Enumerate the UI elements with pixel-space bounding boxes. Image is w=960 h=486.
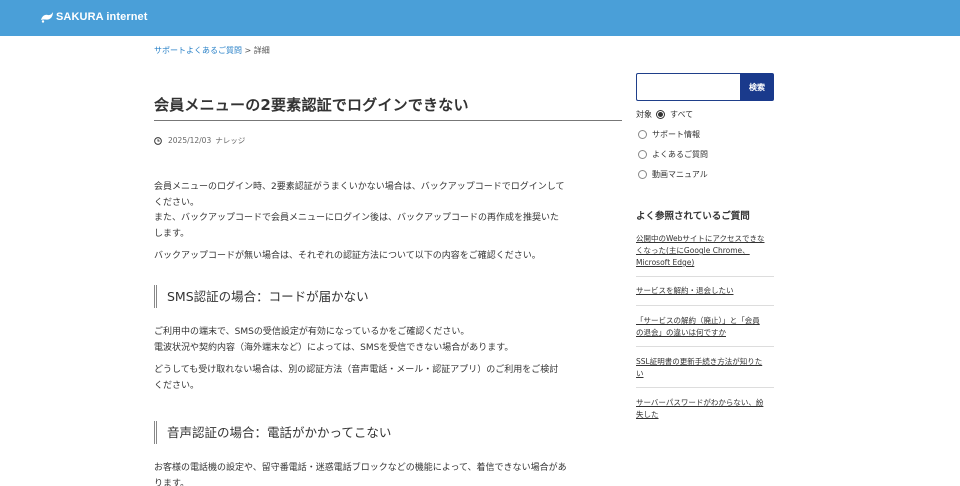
radio-button[interactable] <box>638 149 647 159</box>
intro-paragraph-2: バックアップコードが無い場合は、それぞれの認証方法について以下の内容をご確認くだ… <box>154 251 541 261</box>
filter-option-support[interactable]: サポート情報 <box>636 124 774 144</box>
intro-paragraph: 会員メニューのログイン時、2要素認証がうまくいかない場合は、バックアップコードで… <box>154 180 624 242</box>
section-heading-voice: 音声認証の場合：電話がかかってこない <box>154 421 391 444</box>
breadcrumb-separator: > <box>242 46 254 55</box>
filter-option-faq[interactable]: よくあるご質問 <box>636 144 774 164</box>
popular-question-link[interactable]: サービスを解約・退会したい <box>636 277 774 306</box>
text-line: 会員メニューのログイン時、2要素認証がうまくいかない場合は、バックアップコードで… <box>154 182 565 192</box>
text-line: ください。 <box>154 197 200 208</box>
radio-button[interactable] <box>638 129 647 139</box>
search-form: 検索 <box>636 73 774 101</box>
popular-question-link[interactable]: SSL証明書の更新手続き方法が知りた い <box>636 347 774 388</box>
filter-option-all[interactable]: 対象 すべて <box>636 104 774 124</box>
text-line: ります。 <box>154 478 190 486</box>
filter-option-label: サポート情報 <box>652 129 700 139</box>
site-header: SAKURA internet <box>0 0 960 36</box>
logo-text: SAKURA internet <box>56 11 148 23</box>
breadcrumb-link-faq[interactable]: サポートよくあるご質問 <box>154 46 242 55</box>
text-line: ください。 <box>154 380 200 391</box>
sakura-logo[interactable]: SAKURA internet <box>40 11 148 23</box>
popular-question-link[interactable]: 公開中のWebサイトにアクセスできな くなった(主にGoogle Chrome、… <box>636 228 774 277</box>
text-line: 電波状況や契約内容（海外端末など）によっては、SMSを受信できない場合があります… <box>154 342 514 353</box>
link-line: くなった(主にGoogle Chrome、 <box>636 246 750 255</box>
search-input[interactable] <box>636 73 740 101</box>
sidebar: 検索 対象 すべて サポート情報 よくあるご質問 動画マニュアル よく参照されて… <box>636 73 774 428</box>
voice-paragraph: お客様の電話機の設定や、留守番電話・迷惑電話ブロックなどの機能によって、着信でき… <box>154 461 624 486</box>
radio-button[interactable] <box>656 109 665 119</box>
filter-option-label: よくあるご質問 <box>652 149 708 159</box>
text-line: ご利用中の端末で、SMSの受信設定が有効になっているかをご確認ください。 <box>154 327 470 337</box>
link-line: サービスを解約・退会したい <box>636 286 734 295</box>
text-line: します。 <box>154 228 190 239</box>
popular-question-link[interactable]: サーバーパスワードがわからない、紛 失した <box>636 388 774 428</box>
link-line: サーバーパスワードがわからない、紛 <box>636 398 764 407</box>
text-line: お客様の電話機の設定や、留守番電話・迷惑電話ブロックなどの機能によって、着信でき… <box>154 463 567 473</box>
popular-questions-title: よく参照されているご質問 <box>636 211 750 222</box>
filter-option-label: 動画マニュアル <box>652 169 708 179</box>
link-line: SSL証明書の更新手続き方法が知りた <box>636 357 763 366</box>
sms-paragraph-2: どうしても受け取れない場合は、別の認証方法（音声電話・メール・認証アプリ）のご利… <box>154 363 624 394</box>
sakura-logo-icon <box>41 12 53 23</box>
filter-label: 対象 <box>636 109 652 119</box>
article-tag: ナレッジ <box>215 136 246 145</box>
article-date: 2025/12/03 <box>168 136 212 145</box>
popular-questions-list: 公開中のWebサイトにアクセスできな くなった(主にGoogle Chrome、… <box>636 228 774 428</box>
link-line: い <box>636 369 644 378</box>
text-line: どうしても受け取れない場合は、別の認証方法（音声電話・メール・認証アプリ）のご利… <box>154 365 559 375</box>
article: 会員メニューの2要素認証でログインできない 2025/12/03 ナレッジ <box>154 94 622 146</box>
link-line: の退会」の違いは何ですか <box>636 328 726 337</box>
filter-option-label: すべて <box>670 109 694 119</box>
link-line: Microsoft Edge) <box>636 258 695 267</box>
popular-question-link[interactable]: 「サービスの解約（廃止）」と「会員 の退会」の違いは何ですか <box>636 306 774 347</box>
text-line: また、バックアップコードで会員メニューにログイン後は、バックアップコードの再作成… <box>154 213 560 223</box>
link-line: 「サービスの解約（廃止）」と「会員 <box>636 316 760 325</box>
filter-option-video[interactable]: 動画マニュアル <box>636 164 774 184</box>
page-title: 会員メニューの2要素認証でログインできない <box>154 94 622 121</box>
link-line: 失した <box>636 410 659 419</box>
breadcrumb-current: 詳細 <box>253 46 270 55</box>
radio-button[interactable] <box>638 169 647 179</box>
article-meta: 2025/12/03 ナレッジ <box>154 135 622 146</box>
breadcrumb: サポートよくあるご質問 > 詳細 <box>154 45 270 56</box>
clock-icon <box>154 136 162 145</box>
section-heading-sms: SMS認証の場合：コードが届かない <box>154 285 369 308</box>
sms-paragraph: ご利用中の端末で、SMSの受信設定が有効になっているかをご確認ください。 電波状… <box>154 325 624 356</box>
search-button[interactable]: 検索 <box>740 73 774 101</box>
link-line: 公開中のWebサイトにアクセスできな <box>636 234 765 243</box>
filter-group: 対象 すべて サポート情報 よくあるご質問 動画マニュアル <box>636 104 774 184</box>
